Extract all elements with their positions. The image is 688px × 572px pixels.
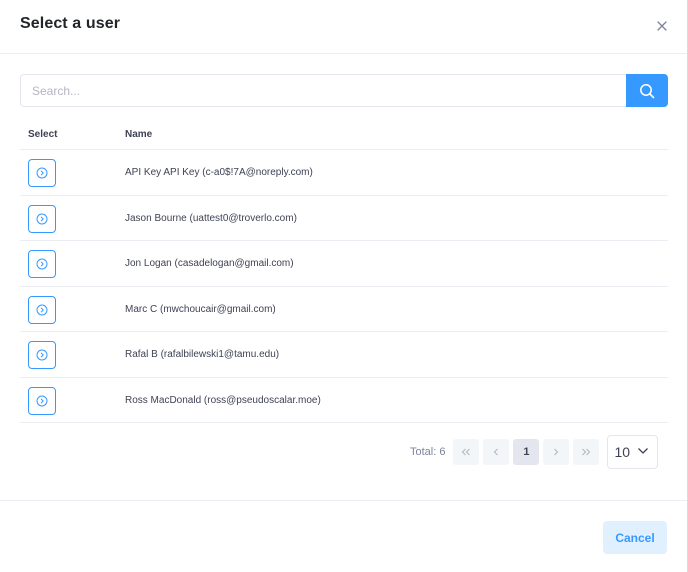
arrow-right-circle-icon (36, 213, 48, 224)
page-size-value: 10 (614, 444, 631, 460)
first-page-button[interactable] (453, 439, 480, 465)
users-table: Select Name API Key API Key (c-a0$!7A@no… (20, 120, 668, 423)
select-user-button[interactable] (28, 295, 56, 324)
arrow-right-circle-icon (36, 395, 48, 406)
search-bar (20, 74, 668, 107)
select-user-button[interactable] (28, 204, 56, 233)
close-button[interactable] (652, 16, 672, 36)
user-name: API Key API Key (c-a0$!7A@noreply.com) (125, 167, 313, 178)
table-header: Select Name (20, 120, 668, 150)
column-header-name: Name (125, 129, 153, 140)
total-count: Total: 6 (410, 446, 446, 458)
chevron-right-icon (554, 448, 559, 456)
page-button-current[interactable]: 1 (513, 439, 540, 465)
chevron-left-icon (494, 448, 499, 456)
select-user-button[interactable] (28, 341, 56, 369)
pagination: Total: 6 1 10 (410, 435, 659, 469)
arrow-right-circle-icon (36, 167, 48, 179)
select-user-modal: Select a user Select Name API Key API Ke… (0, 0, 688, 572)
chevron-down-icon (638, 448, 649, 454)
search-input[interactable] (20, 74, 626, 107)
table-row: Jason Bourne (uattest0@troverlo.com) (20, 196, 668, 241)
user-name: Marc C (mwchoucair@gmail.com) (125, 303, 276, 315)
table-body: API Key API Key (c-a0$!7A@noreply.com) Ja… (20, 150, 668, 423)
last-page-button[interactable] (573, 439, 600, 465)
search-icon (640, 83, 655, 98)
modal-header: Select a user (0, 0, 687, 54)
search-button[interactable] (626, 74, 668, 107)
arrow-right-circle-icon (36, 349, 48, 361)
cancel-button[interactable]: Cancel (603, 521, 667, 554)
select-user-button[interactable] (28, 250, 56, 278)
table-row: Rafal B (rafalbilewski1@tamu.edu) (20, 332, 668, 378)
arrow-right-circle-icon (36, 258, 48, 270)
user-name: Ross MacDonald (ross@pseudoscalar.moe) (125, 394, 321, 406)
page-size-select[interactable]: 10 (607, 435, 659, 469)
table-row: Ross MacDonald (ross@pseudoscalar.moe) (20, 378, 668, 423)
user-name: Rafal B (rafalbilewski1@tamu.edu) (125, 349, 280, 360)
select-user-button[interactable] (28, 386, 56, 415)
modal-title: Select a user (20, 15, 121, 32)
next-page-button[interactable] (543, 439, 570, 465)
user-name: Jon Logan (casadelogan@gmail.com) (125, 258, 294, 269)
table-row: Marc C (mwchoucair@gmail.com) (20, 287, 668, 332)
modal-footer: Cancel (0, 500, 687, 572)
prev-page-button[interactable] (483, 439, 510, 465)
arrow-right-circle-icon (36, 304, 48, 315)
table-row: API Key API Key (c-a0$!7A@noreply.com) (20, 150, 668, 196)
double-chevron-right-icon (582, 448, 591, 456)
column-header-select: Select (28, 129, 58, 140)
select-user-button[interactable] (28, 159, 56, 187)
user-name: Jason Bourne (uattest0@troverlo.com) (125, 212, 297, 224)
close-icon (657, 21, 667, 31)
double-chevron-left-icon (462, 448, 471, 456)
table-row: Jon Logan (casadelogan@gmail.com) (20, 241, 668, 287)
